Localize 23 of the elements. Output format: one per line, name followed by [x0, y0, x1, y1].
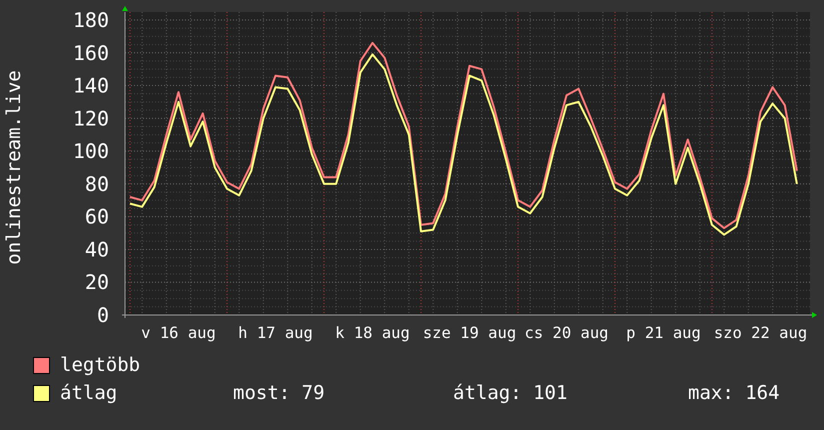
x-tick-label: p 21 aug — [626, 324, 701, 342]
x-tick-label: k 18 aug — [335, 324, 410, 342]
x-tick-label: h 17 aug — [238, 324, 313, 342]
x-tick-label: szo 22 aug — [714, 324, 808, 342]
y-tick-label: 60 — [84, 204, 109, 229]
y-tick-label: 80 — [84, 172, 109, 196]
y-tick-label: 180 — [72, 8, 109, 32]
stat-value: most: 79 — [233, 381, 326, 405]
y-tick-label: 20 — [84, 270, 109, 294]
y-axis-title: onlinestream.live — [3, 70, 25, 265]
y-tick-label: 100 — [72, 139, 109, 164]
y-tick-label: 40 — [84, 237, 109, 262]
stat-value: átlag: 101 — [453, 381, 568, 405]
y-tick-label: 0 — [96, 303, 109, 327]
y-tick-label: 140 — [72, 74, 109, 98]
y-tick-label: 160 — [72, 40, 109, 65]
legend-label: legtöbb — [60, 353, 140, 377]
y-tick-label: 120 — [72, 106, 109, 130]
stat-value: max: 164 — [688, 381, 781, 405]
legend-label: átlag — [60, 381, 118, 405]
x-tick-label: cs 20 aug — [524, 324, 608, 342]
x-tick-label: v 16 aug — [141, 324, 216, 342]
x-tick-label: sze 19 aug — [422, 324, 516, 342]
